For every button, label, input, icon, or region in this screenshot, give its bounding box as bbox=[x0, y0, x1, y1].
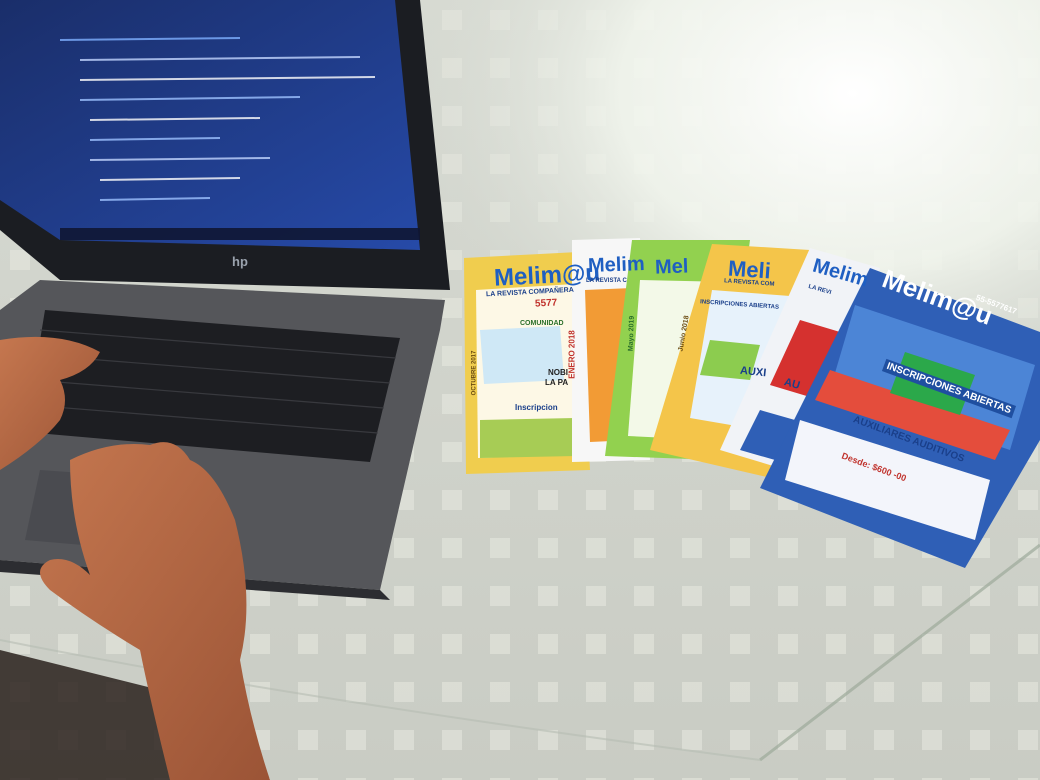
laptop-logo: hp bbox=[232, 254, 248, 269]
magazine-1 bbox=[464, 252, 590, 474]
photo-background: hp bbox=[0, 0, 1040, 780]
laptop-lid: hp bbox=[0, 0, 450, 290]
photo-scene: hp Melim@u LA REVISTA COMPAÑERA 5577 OCT… bbox=[0, 0, 1040, 780]
